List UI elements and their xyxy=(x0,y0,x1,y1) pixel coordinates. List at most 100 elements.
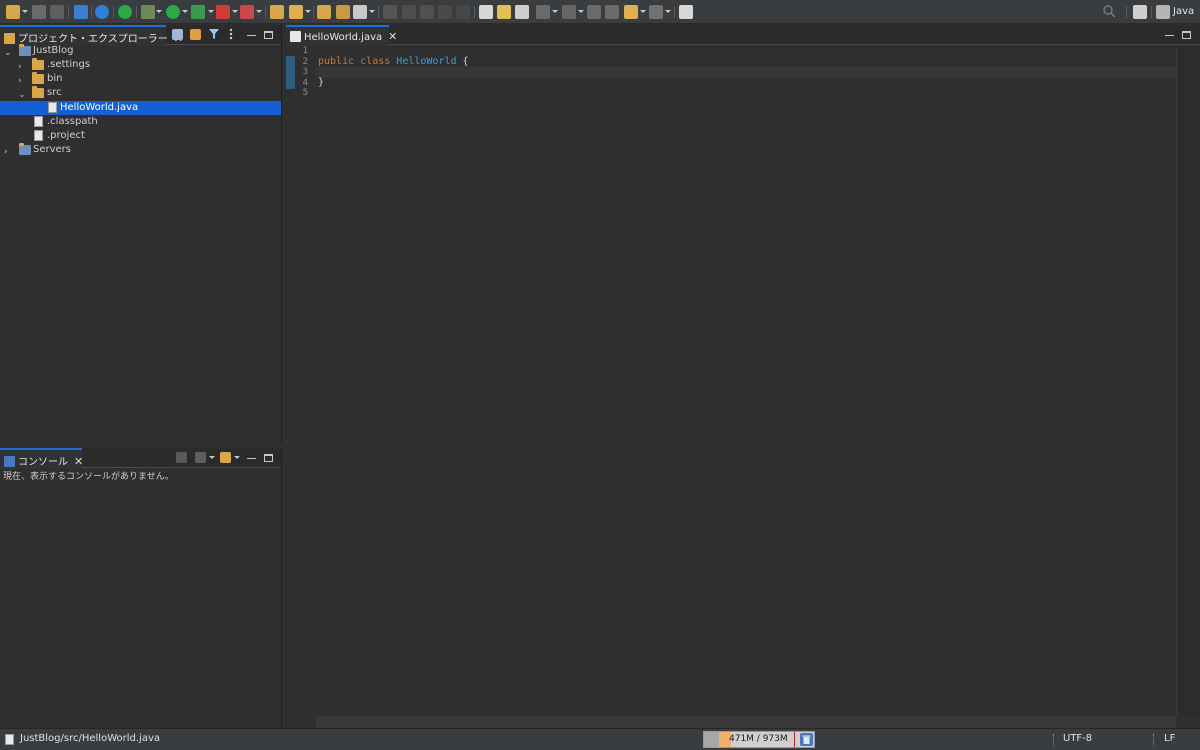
minimize-icon[interactable] xyxy=(1165,31,1174,36)
arrow-right-icon xyxy=(605,5,619,19)
run-button[interactable] xyxy=(166,4,188,20)
show-whitespace-button[interactable] xyxy=(456,4,470,20)
external-tools-button[interactable] xyxy=(240,4,262,20)
maximize-icon[interactable] xyxy=(264,31,273,39)
save-all-button[interactable] xyxy=(50,4,64,20)
run-coverage-button[interactable] xyxy=(191,4,215,20)
back-to-previous-button[interactable] xyxy=(587,4,601,20)
chevron-down-icon xyxy=(22,10,28,13)
tree-item-helloworld-java[interactable]: HelloWorld.java xyxy=(0,101,281,115)
tab-console[interactable]: コンソール ✕ xyxy=(0,448,83,469)
new-button[interactable] xyxy=(6,4,28,20)
start-server-button[interactable] xyxy=(118,4,132,20)
perspective-java-button[interactable]: Java xyxy=(1156,4,1198,20)
console-icon xyxy=(4,456,15,467)
tree-item-label: HelloWorld.java xyxy=(60,102,139,113)
new-package-button[interactable] xyxy=(289,4,311,20)
gear-icon xyxy=(95,5,109,19)
line-number: 2 xyxy=(302,56,308,67)
tree-item-src[interactable]: ⌄ src xyxy=(0,86,281,100)
overview-ruler[interactable] xyxy=(1176,46,1200,716)
toggle-breadcrumb-button[interactable] xyxy=(402,4,416,20)
tree-item-label: .settings xyxy=(47,59,91,70)
code-keyword: class xyxy=(360,55,391,67)
chevron-down-icon: ⌄ xyxy=(18,90,26,100)
next-annotation-button[interactable] xyxy=(536,4,558,20)
tree-item-bin[interactable]: › bin xyxy=(0,72,281,86)
status-encoding[interactable]: UTF-8 xyxy=(1063,733,1092,744)
tree-item-servers[interactable]: › Servers xyxy=(0,143,281,157)
package-icon xyxy=(289,5,303,19)
search-button[interactable] xyxy=(1102,4,1116,20)
toolbar-separator xyxy=(68,6,69,18)
tab-helloworld-java[interactable]: HelloWorld.java ✕ xyxy=(286,25,397,46)
word-wrap-button[interactable] xyxy=(438,4,452,20)
toggle-block-selection-button[interactable] xyxy=(420,4,434,20)
tree-item-label: src xyxy=(47,87,62,98)
pin-console-button[interactable] xyxy=(195,451,215,467)
collapse-all-button[interactable] xyxy=(172,28,184,44)
stop-button[interactable] xyxy=(216,4,238,20)
status-line-delimiter[interactable]: LF xyxy=(1164,733,1175,744)
horizontal-scrollbar[interactable] xyxy=(316,716,1176,728)
tree-item-label: .classpath xyxy=(47,116,98,127)
search-tool-button[interactable] xyxy=(353,4,375,20)
previous-annotation-button[interactable] xyxy=(562,4,584,20)
open-console-button[interactable] xyxy=(220,451,240,467)
status-separator xyxy=(1053,734,1054,746)
tree-item-classpath[interactable]: .classpath xyxy=(0,115,281,129)
toolbar-separator xyxy=(313,6,314,18)
tree-item-label: Servers xyxy=(33,144,72,155)
maximize-icon[interactable] xyxy=(264,454,273,462)
java-file-icon xyxy=(5,734,14,745)
tree-item-justblog[interactable]: ⌄ JustBlog xyxy=(0,44,281,58)
view-menu-button[interactable] xyxy=(228,28,236,44)
open-perspective-button[interactable] xyxy=(1133,4,1147,20)
open-type-button[interactable] xyxy=(317,4,331,20)
minimize-icon[interactable] xyxy=(247,454,256,459)
word-wrap-icon xyxy=(438,5,452,19)
code-editor[interactable]: 1 2 3 4 5 public class HelloWorld { } xyxy=(286,46,1176,716)
back-button[interactable] xyxy=(624,4,646,20)
line-number: 3 xyxy=(302,67,308,77)
close-icon[interactable]: ✕ xyxy=(388,30,397,43)
chevron-down-icon xyxy=(156,10,162,13)
line-number-gutter: 1 2 3 4 5 xyxy=(286,46,316,716)
toggle-mark-occurrences-button[interactable] xyxy=(383,4,397,20)
heap-status[interactable]: 471M / 973M xyxy=(703,731,815,748)
display-console-button[interactable] xyxy=(176,451,188,467)
chevron-down-icon xyxy=(552,10,558,13)
link-with-editor-button[interactable] xyxy=(190,28,202,44)
filter-button[interactable] xyxy=(208,28,220,44)
forward-to-next-button[interactable] xyxy=(605,4,619,20)
editor-tab-label: HelloWorld.java xyxy=(304,32,383,43)
skip-breakpoints-button[interactable] xyxy=(497,4,511,20)
stop-icon xyxy=(216,5,230,19)
maximize-icon[interactable] xyxy=(1182,31,1191,39)
tree-item-settings[interactable]: › .settings xyxy=(0,58,281,72)
debug-button[interactable] xyxy=(141,4,163,20)
garbage-collect-button[interactable] xyxy=(800,733,813,746)
open-task-button[interactable] xyxy=(336,4,350,20)
pin-editor-button[interactable] xyxy=(679,4,693,20)
chevron-down-icon xyxy=(665,10,671,13)
browser-icon xyxy=(479,5,493,19)
save-button[interactable] xyxy=(32,4,46,20)
close-icon[interactable]: ✕ xyxy=(74,455,83,468)
minimize-icon[interactable] xyxy=(247,31,256,36)
open-perspective-console-button[interactable] xyxy=(74,4,88,20)
tab-project-explorer[interactable]: プロジェクト・エクスプローラー✕ xyxy=(0,25,183,46)
forward-button[interactable] xyxy=(649,4,671,20)
tree-item-project[interactable]: .project xyxy=(0,129,281,143)
console-header: コンソール ✕ xyxy=(0,448,281,469)
last-edit-location-button[interactable] xyxy=(515,4,529,20)
settings-button[interactable] xyxy=(95,4,109,20)
chevron-down-icon xyxy=(305,10,311,13)
tree-item-label: .project xyxy=(47,130,85,141)
play-icon xyxy=(166,5,180,19)
new-java-project-button[interactable] xyxy=(270,4,284,20)
toolbar-separator xyxy=(378,6,379,18)
java-perspective-icon xyxy=(1156,5,1170,19)
open-web-browser-button[interactable] xyxy=(479,4,493,20)
forward-arrow-icon xyxy=(649,5,663,19)
